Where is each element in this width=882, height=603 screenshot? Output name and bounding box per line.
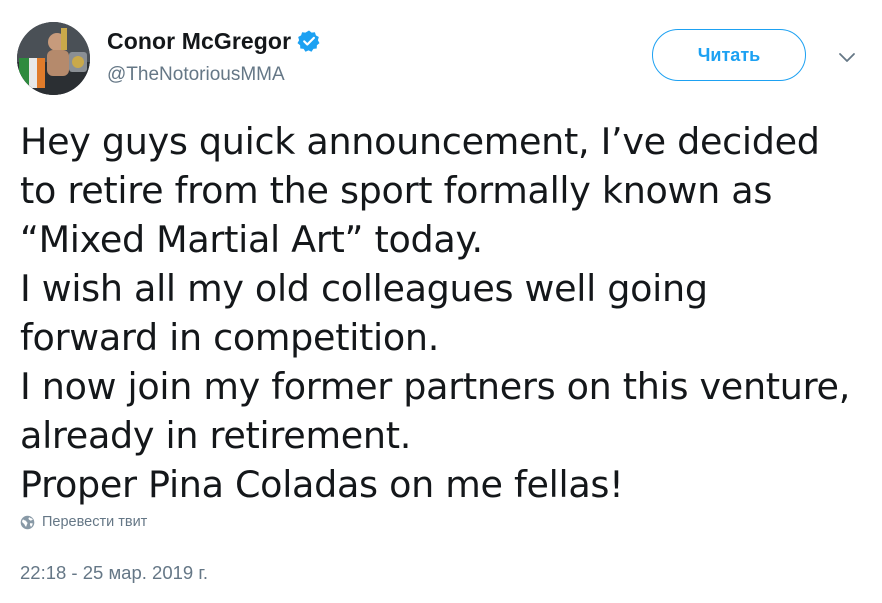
name-row: Conor McGregor bbox=[107, 26, 321, 56]
tweet-text-line: Proper Pina Coladas on me fellas! bbox=[20, 463, 624, 506]
tweet-text-line: I wish all my old colleagues well going bbox=[20, 267, 708, 310]
translate-label: Перевести твит bbox=[42, 514, 148, 530]
tweet-text-line: forward in competition. bbox=[20, 316, 440, 359]
tweet-text-line: “Mixed Martial Art” today. bbox=[20, 218, 483, 261]
display-name[interactable]: Conor McGregor bbox=[107, 28, 291, 55]
avatar-image bbox=[17, 22, 90, 95]
tweet-text-line: already in retirement. bbox=[20, 414, 412, 457]
tweet-card: Conor McGregor @TheNotoriousMMA Читать H… bbox=[0, 0, 882, 603]
tweet-timestamp[interactable]: 22:18 - 25 мар. 2019 г. bbox=[20, 562, 208, 584]
chevron-down-icon[interactable] bbox=[837, 50, 857, 64]
tweet-text-line: I now join my former partners on this ve… bbox=[20, 365, 850, 408]
translate-tweet-link[interactable]: Перевести твит bbox=[20, 514, 147, 530]
avatar[interactable] bbox=[17, 22, 90, 95]
user-handle[interactable]: @TheNotoriousMMA bbox=[107, 64, 321, 86]
follow-button[interactable]: Читать bbox=[652, 29, 806, 81]
tweet-text-line: Hey guys quick announcement, I’ve decide… bbox=[20, 120, 820, 163]
globe-icon bbox=[20, 515, 35, 530]
tweet-text-line: to retire from the sport formally known … bbox=[20, 169, 773, 212]
tweet-text: Hey guys quick announcement, I’ve decide… bbox=[20, 117, 870, 509]
verified-badge-icon bbox=[297, 29, 321, 53]
author-block: Conor McGregor @TheNotoriousMMA bbox=[107, 26, 321, 86]
